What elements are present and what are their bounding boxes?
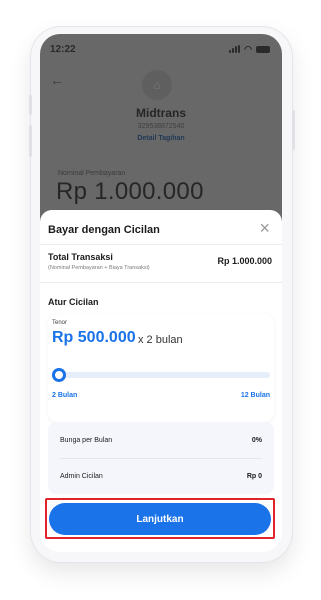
sheet-title: Bayar dengan Cicilan xyxy=(48,224,160,236)
info-label: Admin Cicilan xyxy=(60,472,103,480)
tenor-card: Tenor Rp 500.000 x 2 bulan 2 Bulan 12 Bu… xyxy=(48,314,274,422)
cost-info-box: Bunga per Bulan 0% Admin Cicilan Rp 0 xyxy=(48,422,274,494)
info-row-admin: Admin Cicilan Rp 0 xyxy=(60,467,262,485)
info-value: Rp 0 xyxy=(246,472,262,480)
phone-side-button xyxy=(29,95,32,115)
divider xyxy=(40,244,282,245)
nominal-amount: Rp 1.000.000 xyxy=(56,178,204,205)
total-value: Rp 1.000.000 xyxy=(217,256,272,266)
status-bar: 12:22 ◠ xyxy=(50,42,270,56)
phone-screen: 12:22 ◠ ← ⌂ Midtrans 329538872540 Detail… xyxy=(40,34,282,552)
phone-side-button xyxy=(292,110,295,150)
tenor-label: Tenor xyxy=(52,320,68,326)
atur-cicilan-label: Atur Cicilan xyxy=(48,297,99,307)
total-label: Total Transaksi xyxy=(48,252,113,262)
wifi-icon: ◠ xyxy=(244,43,252,54)
tenor-slider-track[interactable] xyxy=(56,372,270,378)
merchant-name: Midtrans xyxy=(135,106,186,120)
detail-tagihan-link[interactable]: Detail Tagihan xyxy=(40,135,282,142)
signal-icon xyxy=(229,45,241,53)
info-value: 0% xyxy=(251,436,262,444)
merchant-logo: ⌂ xyxy=(142,70,172,100)
total-sublabel: (Nominal Pembayaran + Biaya Transaksi) xyxy=(48,265,150,271)
tenor-amount: Rp 500.000 xyxy=(52,329,136,346)
battery-icon xyxy=(256,45,270,53)
close-icon[interactable]: × xyxy=(259,219,270,237)
back-arrow-icon[interactable]: ← xyxy=(50,72,64,88)
divider xyxy=(60,458,262,459)
tenor-suffix: x 2 bulan xyxy=(138,334,183,346)
divider xyxy=(40,282,282,283)
nominal-label: Nominal Pembayaran xyxy=(58,170,126,177)
slider-min-label: 2 Bulan xyxy=(52,392,78,399)
phone-side-button xyxy=(29,125,32,157)
info-row-bunga: Bunga per Bulan 0% xyxy=(60,431,262,449)
status-time: 12:22 xyxy=(50,43,76,55)
info-label: Bunga per Bulan xyxy=(60,436,113,444)
merchant-id: 329538872540 xyxy=(137,123,185,130)
lanjutkan-button[interactable]: Lanjutkan xyxy=(49,503,271,535)
tenor-slider-thumb[interactable] xyxy=(52,368,66,382)
slider-max-label: 12 Bulan xyxy=(240,392,270,399)
